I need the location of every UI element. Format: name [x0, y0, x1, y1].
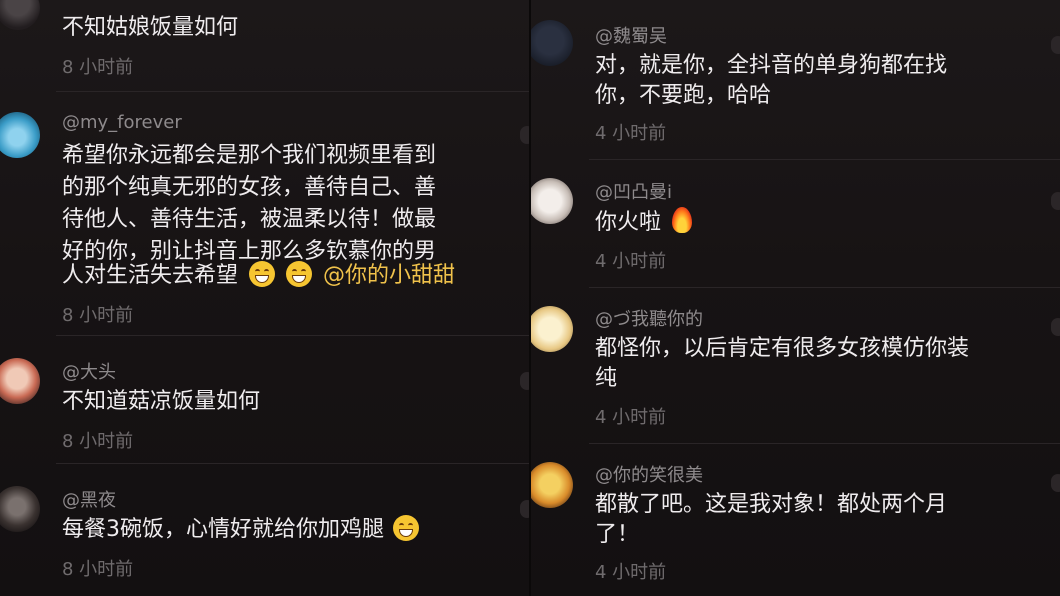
user-avatar[interactable]: [0, 0, 40, 30]
like-button[interactable]: [1051, 318, 1060, 336]
comment-username[interactable]: @大头: [62, 358, 116, 384]
comment-text: 人对生活失去希望: [62, 263, 239, 288]
comment-item[interactable]: @凹凸曼i 你火啦 4 小时前: [531, 160, 1060, 288]
comment-item[interactable]: @大头 不知道菇凉饭量如何 8 小时前: [0, 336, 530, 464]
comment-text-line: 对，就是你，全抖音的单身狗都在找: [595, 53, 948, 78]
comment-text-line: 人对生活失去希望 @你的小甜甜: [62, 261, 455, 291]
comment-text-line: 你火啦: [595, 207, 693, 238]
user-avatar[interactable]: [0, 486, 40, 532]
user-avatar[interactable]: [531, 178, 573, 224]
user-avatar[interactable]: [531, 462, 573, 508]
comment-text-line: 待他人、善待生活，被温柔以待！做最: [62, 207, 437, 232]
user-avatar[interactable]: [531, 20, 573, 66]
comment-screenshot-collage: 不知姑娘饭量如何 8 小时前 @my_forever 希望你永远都会是那个我们视…: [0, 0, 1060, 596]
comment-text-line: 你，不要跑，哈哈: [595, 83, 772, 108]
comment-timestamp: 8 小时前: [62, 57, 134, 78]
comment-text-line: 都怪你，以后肯定有很多女孩模仿你装: [595, 336, 970, 361]
comment-text-line: 都散了吧。这是我对象！都处两个月: [595, 492, 948, 517]
like-button[interactable]: [1051, 474, 1060, 492]
right-comment-panel: @魏蜀吴 对，就是你，全抖音的单身狗都在找 你，不要跑，哈哈 4 小时前 @凹凸…: [531, 0, 1060, 596]
user-avatar[interactable]: [0, 358, 40, 404]
comment-item[interactable]: @黑夜 每餐3碗饭，心情好就给你加鸡腿 8 小时前: [0, 464, 530, 596]
comment-timestamp: 4 小时前: [595, 251, 667, 272]
comment-item[interactable]: @づ我聽你的 都怪你，以后肯定有很多女孩模仿你装 纯 4 小时前: [531, 288, 1060, 444]
tears-of-joy-emoji-icon: [286, 261, 313, 287]
comment-text-line: 希望你永远都会是那个我们视频里看到: [62, 143, 437, 168]
comment-item[interactable]: @你的笑很美 都散了吧。这是我对象！都处两个月 了！ 4 小时前: [531, 444, 1060, 596]
comment-username[interactable]: @凹凸曼i: [595, 178, 672, 204]
comment-text: 每餐3碗饭，心情好就给你加鸡腿: [62, 517, 384, 542]
fire-emoji-icon: [672, 207, 693, 233]
comment-username[interactable]: @づ我聽你的: [595, 305, 703, 331]
comment-username[interactable]: @你的笑很美: [595, 461, 703, 487]
comment-timestamp: 4 小时前: [595, 407, 667, 428]
comment-text: 不知道菇凉饭量如何: [62, 389, 261, 414]
comment-timestamp: 8 小时前: [62, 431, 134, 452]
comment-item[interactable]: @魏蜀吴 对，就是你，全抖音的单身狗都在找 你，不要跑，哈哈 4 小时前: [531, 0, 1060, 160]
grinning-emoji-icon: [393, 515, 419, 541]
comment-timestamp: 8 小时前: [62, 559, 134, 580]
comment-text: 你火啦: [595, 210, 662, 235]
comment-timestamp: 4 小时前: [595, 123, 667, 144]
comment-timestamp: 4 小时前: [595, 562, 667, 583]
comment-timestamp: 8 小时前: [62, 305, 134, 326]
comment-username[interactable]: @my_forever: [62, 112, 182, 133]
like-button[interactable]: [1051, 192, 1060, 210]
left-comment-panel: 不知姑娘饭量如何 8 小时前 @my_forever 希望你永远都会是那个我们视…: [0, 0, 530, 596]
comment-item[interactable]: 不知姑娘饭量如何 8 小时前: [0, 0, 530, 92]
mention-link[interactable]: @你的小甜甜: [323, 263, 455, 288]
laughing-emoji-icon: [249, 261, 276, 287]
comment-text-line: 每餐3碗饭，心情好就给你加鸡腿: [62, 515, 423, 545]
like-button[interactable]: [1051, 36, 1060, 54]
comment-username[interactable]: @魏蜀吴: [595, 22, 667, 48]
comment-text-line: 纯: [595, 366, 618, 391]
user-avatar[interactable]: [0, 112, 40, 158]
comment-username[interactable]: @黑夜: [62, 486, 116, 512]
comment-item[interactable]: @my_forever 希望你永远都会是那个我们视频里看到 的那个纯真无邪的女孩…: [0, 92, 530, 336]
comment-text-line: 了！: [595, 522, 640, 547]
comment-text: 不知姑娘饭量如何: [62, 15, 239, 40]
comment-text-line: 的那个纯真无邪的女孩，善待自己、善: [62, 175, 437, 200]
user-avatar[interactable]: [531, 306, 573, 352]
